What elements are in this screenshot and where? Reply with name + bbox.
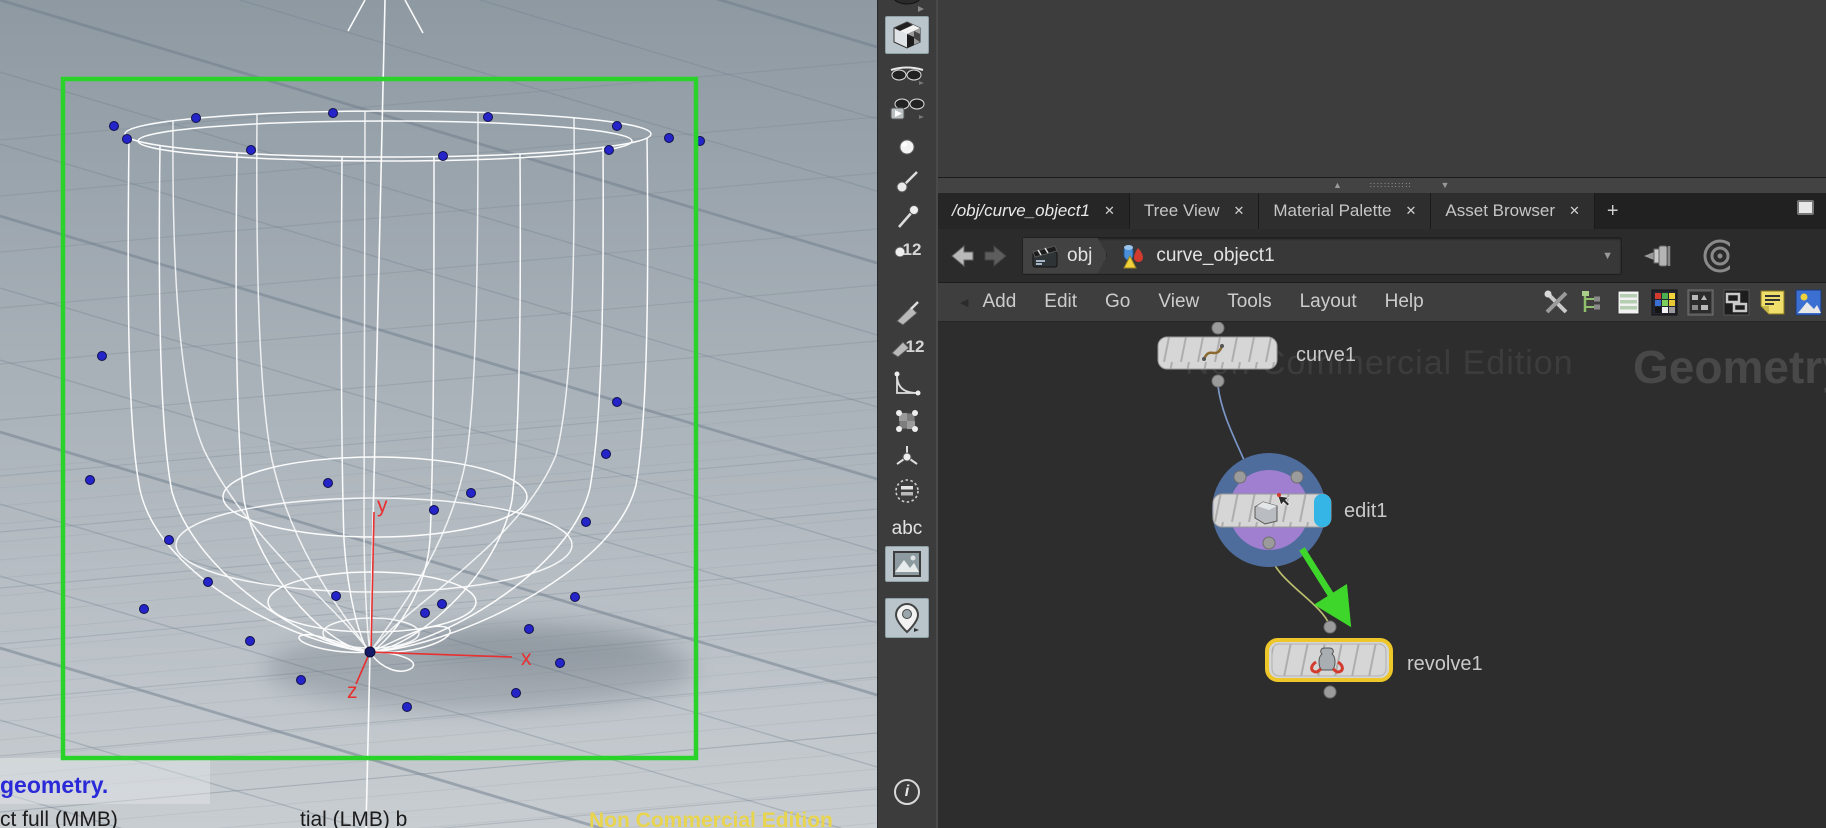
status-text-right: tial (LMB) b xyxy=(300,808,407,828)
tab-obj-curve-object1[interactable]: /obj/curve_object1 ✕ xyxy=(938,193,1130,229)
tab-label: Material Palette xyxy=(1273,201,1392,220)
node-edit1[interactable] xyxy=(1212,493,1332,528)
ball-12-icon[interactable]: 12 xyxy=(885,233,929,267)
shape-grid-icon[interactable] xyxy=(1687,289,1714,316)
geometry-object-icon xyxy=(1123,244,1144,268)
obj-context-icon xyxy=(1031,243,1059,269)
corner-curve-icon[interactable] xyxy=(885,366,929,400)
menu-layout[interactable]: Layout xyxy=(1286,291,1371,313)
viewport-toolbar: 12 12 abc i xyxy=(877,0,936,828)
houdini-window: y x z geometry. ct full (MMB) tial (LMB)… xyxy=(0,0,1826,828)
new-tab-button[interactable]: + xyxy=(1595,193,1631,229)
splitter-grip[interactable]: ∷∷∷∷∷∷ xyxy=(1370,182,1413,190)
upper-empty-panel xyxy=(938,0,1826,178)
drop-connect-arrow xyxy=(1299,547,1352,628)
handles-box-icon[interactable] xyxy=(885,404,929,438)
splitter-up-icon[interactable]: ▲ xyxy=(1333,181,1342,190)
forward-button[interactable] xyxy=(982,243,1012,269)
network-menu-bar: ◀ Add Edit Go View Tools Layout Help xyxy=(938,283,1826,322)
tools-wrench-icon[interactable] xyxy=(1543,289,1570,316)
network-path-bar: obj curve_object1 ▼ xyxy=(938,229,1826,283)
path-input[interactable]: obj curve_object1 ▼ xyxy=(1022,236,1622,275)
background-image-icon[interactable] xyxy=(1795,289,1822,316)
menu-view[interactable]: View xyxy=(1144,291,1213,313)
follow-target-icon[interactable] xyxy=(1690,236,1730,276)
trowel-12-label: 12 xyxy=(905,337,925,356)
network-pane: ▲ ∷∷∷∷∷∷ ▼ /obj/curve_object1 ✕ Tree Vie… xyxy=(938,0,1826,828)
menu-add[interactable]: Add xyxy=(968,291,1030,313)
menu-edit[interactable]: Edit xyxy=(1030,291,1091,313)
network-editor[interactable]: Non Commercial Edition Geometry xyxy=(938,322,1826,828)
menu-go[interactable]: Go xyxy=(1091,291,1144,313)
sphere-icon[interactable] xyxy=(885,130,929,164)
scene-viewport[interactable]: y x z geometry. ct full (MMB) tial (LMB)… xyxy=(0,0,877,828)
node-edit1-label: edit1 xyxy=(1344,500,1387,522)
needle-icon[interactable] xyxy=(885,200,929,234)
node-revolve1[interactable] xyxy=(1265,638,1393,682)
node-revolve1-label: revolve1 xyxy=(1407,653,1483,675)
path-dropdown-icon[interactable]: ▼ xyxy=(1602,250,1613,262)
tab-close-icon[interactable]: ✕ xyxy=(1233,203,1244,219)
spoke-icon[interactable] xyxy=(885,440,929,474)
abc-label: abc xyxy=(891,518,923,539)
hint-text: geometry. xyxy=(0,772,108,798)
pane-splitter[interactable]: ▲ ∷∷∷∷∷∷ ▼ xyxy=(938,178,1826,193)
info-icon[interactable]: i xyxy=(885,775,929,809)
pin-button[interactable] xyxy=(1640,241,1676,271)
tab-asset-browser[interactable]: Asset Browser ✕ xyxy=(1431,193,1595,229)
sticky-note-icon[interactable] xyxy=(1759,289,1786,316)
tab-close-icon[interactable]: ✕ xyxy=(1406,203,1417,219)
viewport-watermark: Non Commercial Edition xyxy=(589,809,833,828)
axis-label-z: z xyxy=(347,680,358,703)
status-text-left: ct full (MMB) xyxy=(0,808,118,828)
tab-tree-view[interactable]: Tree View ✕ xyxy=(1129,193,1260,229)
image-icon[interactable] xyxy=(885,546,929,582)
ball-12-label: 12 xyxy=(902,240,922,259)
node-curve1[interactable] xyxy=(1157,336,1278,370)
abc-icon[interactable]: abc xyxy=(885,512,929,546)
axis-label-y: y xyxy=(377,494,388,517)
axis-label-x: x xyxy=(521,647,532,670)
color-palette-icon[interactable] xyxy=(1651,289,1678,316)
context-label: obj xyxy=(1067,244,1093,266)
list-view-icon[interactable] xyxy=(1615,289,1642,316)
tab-close-icon[interactable]: ✕ xyxy=(1569,203,1580,219)
splitter-down-icon[interactable]: ▼ xyxy=(1440,181,1449,190)
current-node-label: curve_object1 xyxy=(1156,244,1275,266)
tab-label: Tree View xyxy=(1143,201,1220,220)
back-button[interactable] xyxy=(946,243,976,269)
info-glyph: i xyxy=(904,783,910,800)
node-curve1-label: curve1 xyxy=(1296,344,1356,366)
menu-tools[interactable]: Tools xyxy=(1213,291,1285,313)
dashed-circle-icon[interactable] xyxy=(885,474,929,508)
origin-point xyxy=(364,646,376,658)
brush-icon[interactable] xyxy=(885,165,929,199)
menu-collapse-icon[interactable]: ◀ xyxy=(960,296,968,309)
glasses-icon[interactable] xyxy=(885,58,929,92)
render-cube-icon[interactable] xyxy=(885,16,929,54)
tab-label: Asset Browser xyxy=(1445,201,1556,220)
tab-material-palette[interactable]: Material Palette ✕ xyxy=(1259,193,1432,229)
trowel-icon[interactable] xyxy=(885,296,929,330)
location-pin-icon[interactable] xyxy=(885,598,929,638)
glasses-play-icon[interactable] xyxy=(885,92,929,126)
trowel-12-icon[interactable]: 12 xyxy=(885,330,929,364)
current-node[interactable]: curve_object1 xyxy=(1107,242,1275,270)
tab-close-icon[interactable]: ✕ xyxy=(1104,203,1115,219)
context-chip[interactable]: obj xyxy=(1023,238,1107,274)
window-layout-icon[interactable] xyxy=(1723,289,1750,316)
pane-menu-button[interactable] xyxy=(1797,200,1814,215)
tab-label: /obj/curve_object1 xyxy=(952,201,1090,220)
pane-tab-bar: /obj/curve_object1 ✕ Tree View ✕ Materia… xyxy=(938,193,1826,229)
menu-help[interactable]: Help xyxy=(1371,291,1438,313)
hierarchy-icon[interactable] xyxy=(1579,289,1606,316)
